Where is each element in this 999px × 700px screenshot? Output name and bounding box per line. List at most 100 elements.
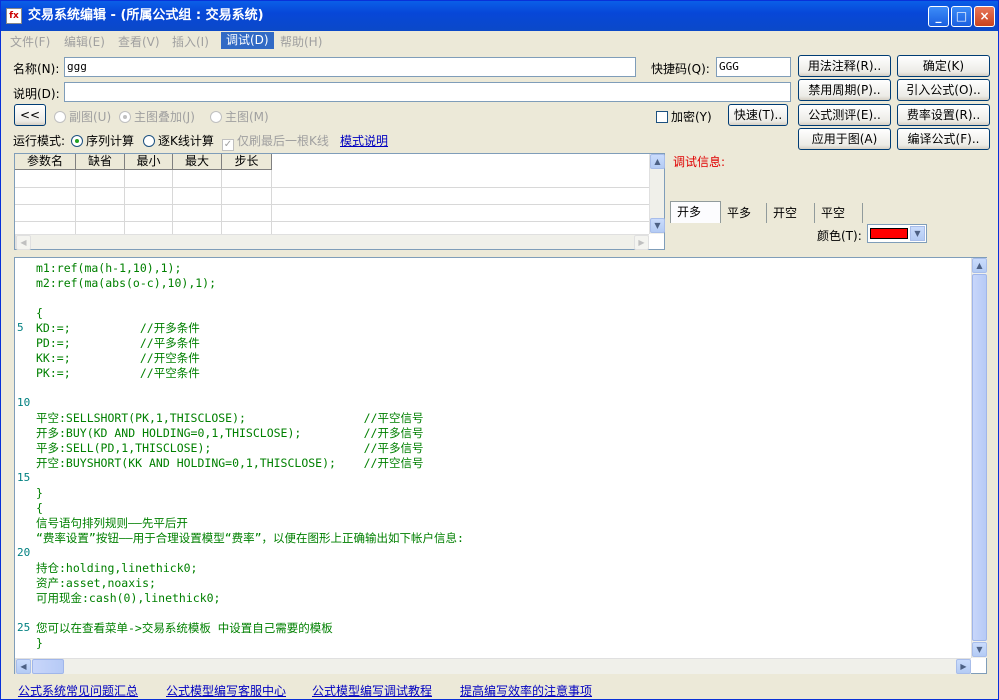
- code-line[interactable]: PD:=; //平多条件: [36, 336, 464, 351]
- col-param-name[interactable]: 参数名: [15, 154, 76, 170]
- code-line[interactable]: [36, 396, 464, 411]
- ok-button[interactable]: 确定(K): [897, 55, 990, 77]
- code-line[interactable]: 持仓:holding,linethick0;: [36, 561, 464, 576]
- code-line[interactable]: “费率设置”按钮——用于合理设置模型“费率”，以便在图形上正确输出如下帐户信息:: [36, 531, 464, 546]
- code-line[interactable]: 平空:SELLSHORT(PK,1,THISCLOSE); //平空信号: [36, 411, 464, 426]
- code-line[interactable]: 开多:BUY(KD AND HOLDING=0,1,THISCLOSE); //…: [36, 426, 464, 441]
- line-number: 10: [17, 396, 31, 409]
- code-line[interactable]: 信号语句排列规则——先平后开: [36, 516, 464, 531]
- main-overlay-radio[interactable]: 主图叠加(J): [119, 108, 195, 125]
- code-line[interactable]: }: [36, 636, 464, 651]
- import-formula-button[interactable]: 引入公式(O)..: [897, 79, 990, 101]
- name-input[interactable]: ggg: [64, 57, 636, 77]
- code-line[interactable]: [36, 471, 464, 486]
- code-line[interactable]: 开空:BUYSHORT(KK AND HOLDING=0,1,THISCLOSE…: [36, 456, 464, 471]
- table-row[interactable]: [15, 204, 649, 205]
- scroll-left-icon[interactable]: ◀: [16, 659, 31, 674]
- disable-period-button[interactable]: 禁用周期(P)..: [798, 79, 891, 101]
- compile-formula-button[interactable]: 编译公式(F)..: [897, 128, 990, 150]
- tab-close-short[interactable]: 平空: [815, 203, 863, 223]
- code-line[interactable]: m2:ref(ma(abs(o-c),10),1);: [36, 276, 464, 291]
- hscroll-thumb[interactable]: [32, 659, 64, 674]
- apply-to-chart-button[interactable]: 应用于图(A): [798, 128, 891, 150]
- checkbox-indicator: ✓: [222, 139, 234, 151]
- code-line[interactable]: }: [36, 486, 464, 501]
- last-bar-checkbox[interactable]: ✓ 仅刷最后一根K线: [222, 132, 329, 151]
- collapse-button[interactable]: <<: [14, 104, 46, 126]
- main-chart-radio[interactable]: 主图(M): [210, 108, 269, 125]
- debug-tutorial-link[interactable]: 公式模型编写调试教程: [312, 682, 432, 699]
- menu-help[interactable]: 帮助(H): [280, 33, 322, 50]
- bar-calc-radio[interactable]: 逐K线计算: [143, 132, 214, 149]
- scroll-left-icon[interactable]: ◀: [16, 235, 31, 250]
- tab-open-short[interactable]: 开空: [767, 203, 815, 223]
- col-min[interactable]: 最小: [125, 154, 173, 170]
- table-row[interactable]: [15, 187, 649, 188]
- tab-open-long[interactable]: 开多: [670, 201, 721, 223]
- menu-debug[interactable]: 调试(D): [221, 32, 274, 49]
- close-button[interactable]: ×: [974, 6, 995, 27]
- code-line[interactable]: [36, 546, 464, 561]
- radio-indicator: [71, 135, 83, 147]
- efficiency-tips-link[interactable]: 提高编写效率的注意事项: [460, 682, 592, 699]
- chevron-down-icon[interactable]: ▼: [910, 226, 925, 241]
- mode-help-link[interactable]: 模式说明: [340, 132, 388, 149]
- encrypt-label: 加密(Y): [671, 110, 712, 124]
- minimize-button[interactable]: _: [928, 6, 949, 27]
- code-line[interactable]: [36, 381, 464, 396]
- code-line[interactable]: m1:ref(ma(h-1,10),1);: [36, 261, 464, 276]
- line-number: 15: [17, 471, 31, 484]
- support-center-link[interactable]: 公式模型编写客服中心: [166, 682, 286, 699]
- scroll-down-icon[interactable]: ▼: [650, 218, 665, 233]
- scroll-down-icon[interactable]: ▼: [972, 642, 987, 657]
- code-line[interactable]: KK:=; //开空条件: [36, 351, 464, 366]
- sub-chart-radio[interactable]: 副图(U): [54, 108, 111, 125]
- shortcut-input[interactable]: GGG: [716, 57, 791, 77]
- code-line[interactable]: [36, 291, 464, 306]
- scroll-thumb[interactable]: [972, 274, 987, 641]
- seq-calc-radio[interactable]: 序列计算: [71, 132, 134, 149]
- menu-view[interactable]: 查看(V): [118, 33, 160, 50]
- col-default[interactable]: 缺省: [76, 154, 125, 170]
- params-hscroll[interactable]: ◀ ▶: [15, 234, 649, 250]
- code-line[interactable]: {: [36, 306, 464, 321]
- table-row[interactable]: [15, 221, 649, 222]
- code-line[interactable]: KD:=; //开多条件: [36, 321, 464, 336]
- code-text[interactable]: m1:ref(ma(h-1,10),1); m2:ref(ma(abs(o-c),…: [36, 261, 464, 651]
- last-bar-label: 仅刷最后一根K线: [237, 134, 329, 148]
- scroll-up-icon[interactable]: ▲: [972, 258, 987, 273]
- code-line[interactable]: 资产:asset,noaxis;: [36, 576, 464, 591]
- desc-label: 说明(D):: [13, 87, 60, 101]
- scroll-right-icon[interactable]: ▶: [634, 235, 649, 250]
- col-step[interactable]: 步长: [222, 154, 272, 170]
- quick-button[interactable]: 快速(T)..: [728, 104, 788, 126]
- formula-evaluate-button[interactable]: 公式测评(E)..: [798, 104, 891, 126]
- code-line[interactable]: 您可以在查看菜单->交易系统模板 中设置自己需要的模板: [36, 621, 464, 636]
- scroll-up-icon[interactable]: ▲: [650, 154, 665, 169]
- code-line[interactable]: 可用现金:cash(0),linethick0;: [36, 591, 464, 606]
- faq-link[interactable]: 公式系统常见问题汇总: [18, 682, 138, 699]
- menu-edit[interactable]: 编辑(E): [64, 33, 105, 50]
- usage-notes-button[interactable]: 用法注释(R)..: [798, 55, 891, 77]
- code-line[interactable]: 平多:SELL(PD,1,THISCLOSE); //平多信号: [36, 441, 464, 456]
- col-max[interactable]: 最大: [173, 154, 222, 170]
- code-line[interactable]: {: [36, 501, 464, 516]
- fee-settings-button[interactable]: 费率设置(R)..: [897, 104, 990, 126]
- editor-hscroll[interactable]: ◀ ▶: [15, 658, 971, 674]
- title-bar[interactable]: fx 交易系统编辑 - (所属公式组 : 交易系统) _ □ ×: [1, 1, 998, 31]
- code-line[interactable]: [36, 606, 464, 621]
- encrypt-checkbox[interactable]: 加密(Y): [656, 108, 712, 125]
- code-editor[interactable]: 5 10 15 20 25 m1:ref(ma(h-1,10),1); m2:re…: [14, 257, 987, 674]
- scroll-right-icon[interactable]: ▶: [956, 659, 971, 674]
- menu-insert[interactable]: 插入(I): [172, 33, 209, 50]
- maximize-button[interactable]: □: [951, 6, 972, 27]
- color-select[interactable]: ▼: [867, 224, 927, 243]
- name-label: 名称(N):: [13, 62, 60, 76]
- menu-file[interactable]: 文件(F): [10, 33, 50, 50]
- tab-close-long[interactable]: 平多: [721, 203, 767, 223]
- description-input[interactable]: [64, 82, 791, 102]
- params-vscroll[interactable]: ▲ ▼: [649, 154, 665, 234]
- col-divider: [172, 170, 173, 236]
- code-line[interactable]: PK:=; //平空条件: [36, 366, 464, 381]
- editor-vscroll[interactable]: ▲ ▼: [971, 258, 987, 658]
